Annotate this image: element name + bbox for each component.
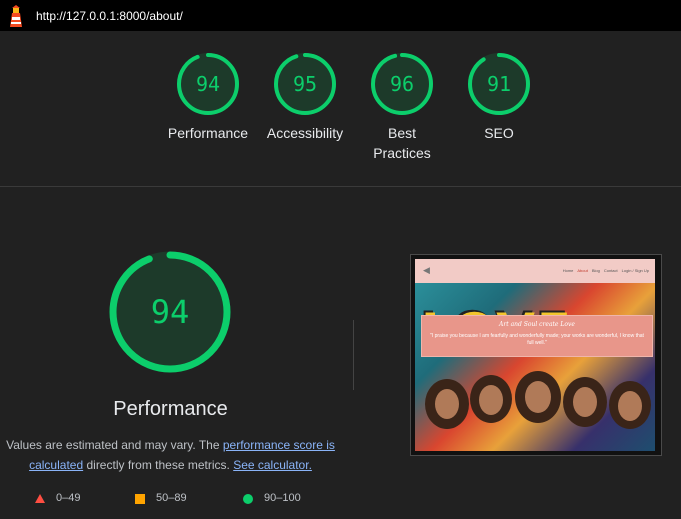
- legend-range: 50–89: [156, 492, 187, 504]
- gauge-label: Accessibility: [266, 125, 344, 141]
- performance-score: 94: [151, 293, 190, 331]
- legend-fail: 0–49: [34, 492, 80, 504]
- section-divider: [0, 186, 681, 187]
- screenshot-page: ◀ HomeAboutBlogContactLogin / Sign Up LO…: [415, 259, 655, 451]
- site-nav-link: Home: [562, 268, 574, 273]
- hero-banner: Art and Soul create Love "I praise you b…: [421, 315, 653, 357]
- gauge-accessibility[interactable]: 95 Accessibility: [255, 51, 355, 143]
- performance-description: Values are estimated and may vary. The p…: [0, 435, 341, 475]
- gauge-score: 94: [196, 72, 220, 96]
- site-navbar: ◀ Home About Blog Contact Login / Sign Up: [415, 259, 655, 283]
- hero-banner-text: "I praise you because I am fearfully and…: [430, 333, 644, 346]
- gauge-label: SEO: [484, 125, 514, 141]
- score-gauge-icon: 91: [468, 53, 530, 115]
- triangle-icon: [35, 493, 45, 503]
- performance-title: Performance: [113, 398, 228, 420]
- vertical-separator: [353, 320, 354, 390]
- score-gauge-icon: 96: [371, 53, 433, 115]
- desc-text-1: Values are estimated and may vary. The: [6, 438, 223, 452]
- site-nav-link: About: [577, 268, 588, 273]
- score-gauge-icon: 94: [177, 53, 239, 115]
- final-screenshot[interactable]: ◀ HomeAboutBlogContactLogin / Sign Up LO…: [410, 254, 662, 456]
- legend-range: 0–49: [56, 492, 81, 504]
- gauge-label: Best Practices: [373, 125, 431, 161]
- site-nav-link: Blog: [591, 268, 600, 273]
- circle-icon: [243, 493, 253, 504]
- gauge-performance[interactable]: 94 Performance: [158, 51, 258, 143]
- site-nav-link: Contact: [603, 268, 618, 273]
- hero-banner-title: Art and Soul create Love: [499, 321, 575, 328]
- square-icon: [135, 493, 145, 504]
- site-logo-icon: ◀: [423, 265, 430, 275]
- group-of-women-image: [415, 371, 655, 451]
- lighthouse-logo-icon: [10, 5, 22, 27]
- legend-range: 90–100: [264, 492, 301, 504]
- love-mural-image: LOVE Art and Soul create Love "I praise …: [415, 283, 655, 451]
- gauge-seo[interactable]: 91 SEO: [449, 51, 549, 143]
- legend-average: 50–89: [134, 492, 187, 504]
- gauge-label: Performance: [167, 125, 249, 141]
- see-calculator-link[interactable]: See calculator.: [233, 458, 312, 472]
- site-nav-links: Home About Blog Contact Login / Sign Up: [559, 268, 649, 273]
- top-bar: http://127.0.0.1:8000/about/: [0, 0, 681, 31]
- gauge-score: 96: [390, 72, 414, 96]
- gauge-score: 95: [293, 72, 317, 96]
- desc-text-2: directly from these metrics.: [83, 458, 234, 472]
- score-gauge-icon: 95: [274, 53, 336, 115]
- page-url[interactable]: http://127.0.0.1:8000/about/: [36, 9, 183, 23]
- site-nav-link: Login / Sign Up: [621, 268, 649, 273]
- gauge-best-practices[interactable]: 96 Best Practices: [352, 51, 452, 163]
- legend-pass: 90–100: [242, 492, 301, 504]
- gauge-score: 91: [487, 72, 511, 96]
- performance-gauge-large: 94: [109, 251, 231, 373]
